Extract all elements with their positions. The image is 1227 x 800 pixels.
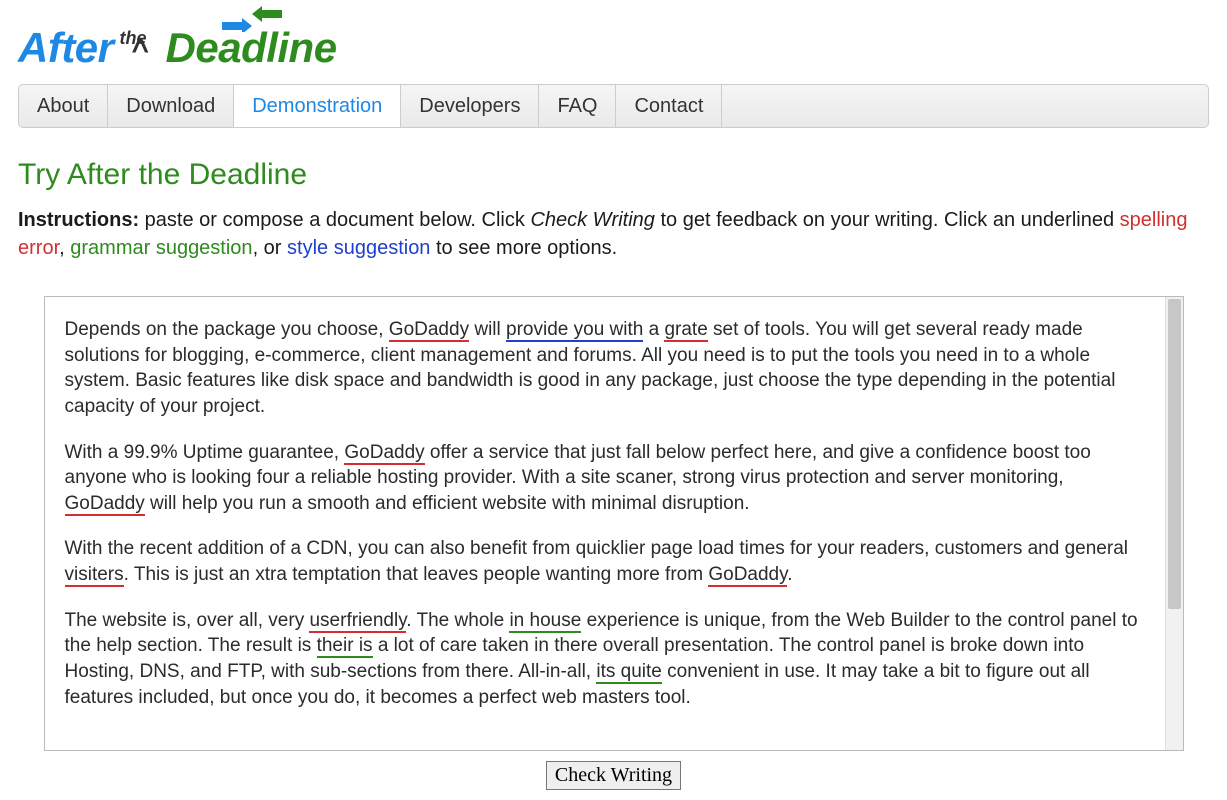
grammar-suggestion-link[interactable]: grammar suggestion (70, 237, 252, 259)
logo-arrows-icon (220, 4, 290, 38)
spelling-error-word[interactable]: visiters (65, 564, 124, 587)
nav-download[interactable]: Download (108, 85, 234, 127)
style-suggestion-link[interactable]: style suggestion (287, 237, 430, 259)
editor-scrollbar[interactable] (1165, 297, 1183, 750)
spelling-error-word[interactable]: GoDaddy (708, 564, 787, 587)
spelling-error-word[interactable]: GoDaddy (344, 442, 424, 465)
nav-contact[interactable]: Contact (616, 85, 722, 127)
logo-caret-the: the ^ (118, 30, 162, 72)
main-nav: About Download Demonstration Developers … (18, 84, 1209, 128)
grammar-suggestion-word[interactable]: in house (509, 610, 581, 633)
nav-faq[interactable]: FAQ (539, 85, 616, 127)
scrollbar-thumb[interactable] (1168, 299, 1181, 609)
instructions-text: Instructions: paste or compose a documen… (18, 206, 1209, 262)
site-logo: After the ^ Deadline (18, 10, 1209, 72)
nav-about[interactable]: About (19, 85, 108, 127)
spelling-error-word[interactable]: grate (664, 319, 707, 342)
grammar-suggestion-word[interactable]: its quite (596, 661, 661, 684)
document-editor[interactable]: Depends on the package you choose, GoDad… (45, 297, 1165, 750)
logo-after: After (18, 24, 114, 72)
grammar-suggestion-word[interactable]: their is (317, 635, 373, 658)
check-writing-button[interactable]: Check Writing (546, 761, 681, 790)
spelling-error-word[interactable]: GoDaddy (389, 319, 469, 342)
style-suggestion-word[interactable]: provide you with (506, 319, 643, 342)
nav-developers[interactable]: Developers (401, 85, 539, 127)
page-title: Try After the Deadline (18, 158, 1209, 192)
editor-frame: Depends on the package you choose, GoDad… (44, 296, 1184, 751)
nav-demonstration[interactable]: Demonstration (234, 85, 401, 127)
spelling-error-word[interactable]: userfriendly (309, 610, 406, 633)
spelling-error-word[interactable]: GoDaddy (65, 493, 145, 516)
